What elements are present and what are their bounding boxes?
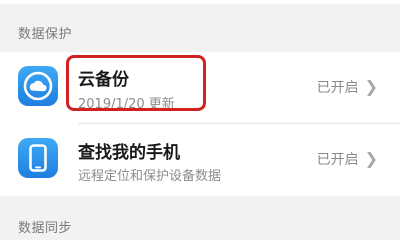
cloud-backup-row[interactable]: 云备份 2019/1/20 更新 已开启 ❯ bbox=[0, 52, 400, 124]
section-header-data-sync: 数据同步 bbox=[18, 221, 73, 236]
phone-icon bbox=[18, 138, 58, 178]
find-my-phone-row[interactable]: 查找我的手机 远程定位和保护设备数据 已开启 ❯ bbox=[0, 124, 400, 196]
cloud-backup-title: 云备份 bbox=[78, 70, 129, 90]
section-header-data-protection: 数据保护 bbox=[18, 27, 73, 42]
chevron-right-icon: ❯ bbox=[364, 77, 378, 96]
chevron-right-icon: ❯ bbox=[364, 149, 378, 168]
find-my-phone-status-label: 已开启 bbox=[316, 152, 359, 168]
cloud-backup-status-label: 已开启 bbox=[316, 80, 359, 96]
find-my-phone-status[interactable]: 已开启 ❯ bbox=[317, 149, 378, 169]
cloud-backup-icon bbox=[18, 66, 58, 106]
cloud-backup-subtitle: 2019/1/20 更新 bbox=[78, 97, 175, 112]
settings-card: 云备份 2019/1/20 更新 已开启 ❯ 查找我的手机 远程定位和保护设备数… bbox=[0, 52, 400, 196]
top-strip bbox=[0, 0, 400, 4]
cloud-backup-status[interactable]: 已开启 ❯ bbox=[317, 77, 378, 97]
find-my-phone-subtitle: 远程定位和保护设备数据 bbox=[78, 169, 222, 184]
find-my-phone-title: 查找我的手机 bbox=[78, 143, 180, 163]
